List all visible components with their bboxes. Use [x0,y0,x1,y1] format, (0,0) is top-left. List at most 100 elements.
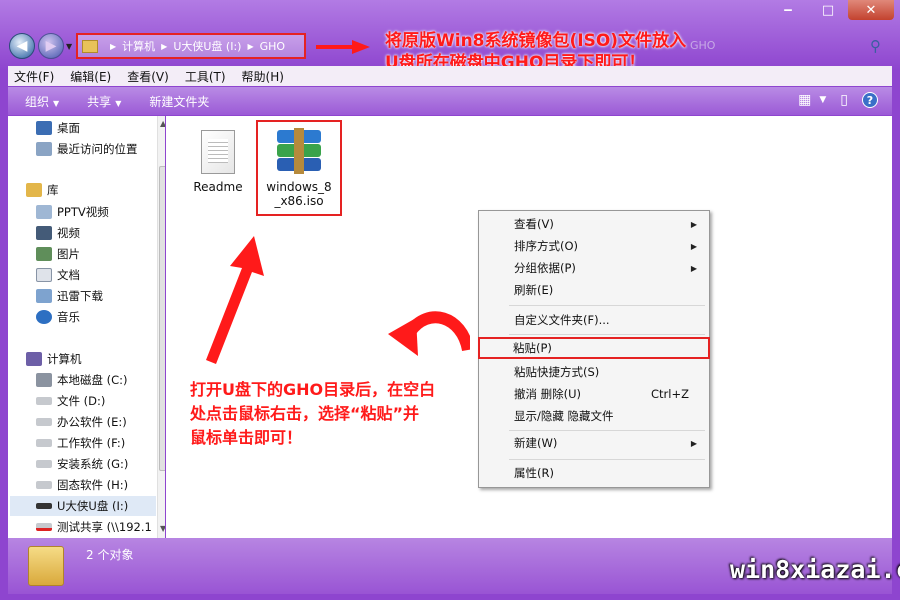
view-dropdown-icon[interactable]: ▼ [819,95,826,105]
navigation-pane: 桌面 最近访问的位置 库 PPTV视频 视频 图片 文档 迅雷下载 音乐 计算机… [8,116,165,538]
forward-button[interactable]: ▶ [38,33,64,59]
scroll-thumb[interactable] [159,166,165,471]
ctx-show-hidden[interactable]: 显示/隐藏 隐藏文件 [481,405,707,427]
ctx-paste-shortcut[interactable]: 粘贴快捷方式(S) [481,361,707,383]
sidebar-item-label: PPTV视频 [57,205,109,219]
sidebar-item-desktop[interactable]: 桌面 [36,118,165,138]
sidebar-item-label: 安装系统 (G:) [57,457,129,471]
folder-icon [82,39,98,53]
sidebar-item-drive-c[interactable]: 本地磁盘 (C:) [36,370,165,390]
sidebar-item-label: 测试共享 (\\192.1 [57,520,152,534]
winrar-archive-icon [276,128,322,174]
sidebar-item-label: 视频 [57,226,80,240]
drive-icon [36,481,52,489]
submenu-arrow-icon: ▶ [690,219,697,229]
share-label: 共享 [87,94,112,109]
menu-tools[interactable]: 工具(T) [185,68,226,85]
ctx-refresh[interactable]: 刷新(E) [481,279,707,301]
annotation-bottom-line1: 打开U盘下的GHO目录后，在空白 [190,380,436,399]
sidebar-item-drive-e[interactable]: 办公软件 (E:) [36,412,165,432]
sidebar-item-libraries[interactable]: 库 [26,180,165,200]
ctx-sort[interactable]: 排序方式(O) ▶ [481,235,707,257]
sidebar-item-label: 图片 [57,247,80,261]
sidebar-item-documents[interactable]: 文档 [36,265,165,285]
maximize-button[interactable]: □ [808,0,848,20]
sidebar-item-recent[interactable]: 最近访问的位置 [36,139,165,159]
address-bar[interactable]: ▶ 计算机 ▶ U大侠U盘 (I:) ▶ GHO [76,33,306,59]
drive-icon [36,439,52,447]
ctx-new[interactable]: 新建(W) ▶ [481,432,707,454]
annotation-bottom-line3: 鼠标单击即可！ [190,428,303,447]
sidebar-item-computer[interactable]: 计算机 [26,349,165,369]
item-count: 2 个对象 [86,548,134,562]
submenu-arrow-icon: ▶ [690,263,697,273]
video-icon [36,226,52,240]
window-controls: ‒ □ ✕ [768,0,894,20]
chevron-right-icon[interactable]: ▶ [161,42,167,51]
ctx-group[interactable]: 分组依据(P) ▶ [481,257,707,279]
chevron-right-icon[interactable]: ▶ [247,42,253,51]
menu-help[interactable]: 帮助(H) [242,68,284,85]
sidebar-scrollbar[interactable]: ▲ ▼ [157,116,165,538]
back-button[interactable]: ◀ [9,33,35,59]
organize-button[interactable]: 组织 ▼ [25,93,59,110]
ctx-view[interactable]: 查看(V) ▶ [481,213,707,235]
recent-pages-dropdown-icon[interactable]: ▼ [66,42,72,51]
sidebar-item-label: 音乐 [57,310,80,324]
menu-bar: 文件(F) 编辑(E) 查看(V) 工具(T) 帮助(H) [8,66,892,86]
ctx-undo[interactable]: 撤消 删除(U) Ctrl+Z [481,383,707,405]
ctx-properties[interactable]: 属性(R) [481,462,707,484]
file-name-line1: windows_8 [266,180,332,194]
sidebar-item-label: 工作软件 (F:) [57,436,126,450]
ctx-customize[interactable]: 自定义文件夹(F)... [481,309,707,331]
scroll-up-icon[interactable]: ▲ [160,119,165,128]
file-item-readme[interactable]: Readme [174,130,262,194]
sidebar-item-pictures[interactable]: 图片 [36,244,165,264]
command-bar: 组织 ▼ 共享 ▼ 新建文件夹 ▦ ▼ ▯ ? [8,87,892,115]
preview-pane-icon[interactable]: ▯ [840,92,848,108]
breadcrumb-gho[interactable]: GHO [260,40,285,53]
file-item-windows-iso[interactable]: windows_8 _x86.iso [256,120,342,216]
sidebar-item-music[interactable]: 音乐 [36,307,165,327]
sidebar-item-videos[interactable]: 视频 [36,223,165,243]
ctx-sort-label: 排序方式(O) [514,239,579,253]
libraries-icon [26,183,42,197]
search-icon[interactable]: ⚲ [870,37,881,55]
sidebar-item-drive-h[interactable]: 固态软件 (H:) [36,475,165,495]
sidebar-item-drive-d[interactable]: 文件 (D:) [36,391,165,411]
computer-icon [26,352,42,366]
forward-arrow-icon: ▶ [45,38,57,54]
scroll-down-icon[interactable]: ▼ [160,524,165,533]
text-document-icon [201,130,235,174]
ctx-separator [509,430,705,431]
menu-file[interactable]: 文件(F) [14,68,54,85]
submenu-arrow-icon: ▶ [690,438,697,448]
sidebar-item-usb-drive[interactable]: U大侠U盘 (I:) [10,496,156,516]
breadcrumb-usb-drive[interactable]: U大侠U盘 (I:) [173,38,241,54]
folder-icon [28,546,64,586]
close-button[interactable]: ✕ [848,0,894,20]
sidebar-item-label: 桌面 [57,121,80,135]
sidebar-item-downloads[interactable]: 迅雷下载 [36,286,165,306]
sidebar-item-network-share[interactable]: 测试共享 (\\192.1 [36,517,165,537]
network-drive-icon [36,523,52,531]
ctx-paste[interactable]: 粘贴(P) [478,337,710,359]
ctx-separator [509,305,705,306]
ctx-group-label: 分组依据(P) [514,261,576,275]
search-input[interactable]: GHO [690,39,715,52]
minimize-button[interactable]: ‒ [768,0,808,20]
new-folder-button[interactable]: 新建文件夹 [149,93,209,110]
sidebar-item-drive-g[interactable]: 安装系统 (G:) [36,454,165,474]
breadcrumb-computer[interactable]: 计算机 [122,38,155,54]
ctx-separator [509,334,705,335]
view-options-icon[interactable]: ▦ [798,92,811,108]
chevron-right-icon[interactable]: ▶ [110,42,116,51]
share-button[interactable]: 共享 ▼ [87,93,121,110]
sidebar-item-pptv[interactable]: PPTV视频 [36,202,165,222]
help-icon[interactable]: ? [862,92,878,108]
sidebar-item-drive-f[interactable]: 工作软件 (F:) [36,433,165,453]
sidebar-item-label: U大侠U盘 (I:) [57,499,129,513]
annotation-arrow-up-icon [206,236,264,364]
menu-edit[interactable]: 编辑(E) [70,68,111,85]
menu-view[interactable]: 查看(V) [127,68,169,85]
